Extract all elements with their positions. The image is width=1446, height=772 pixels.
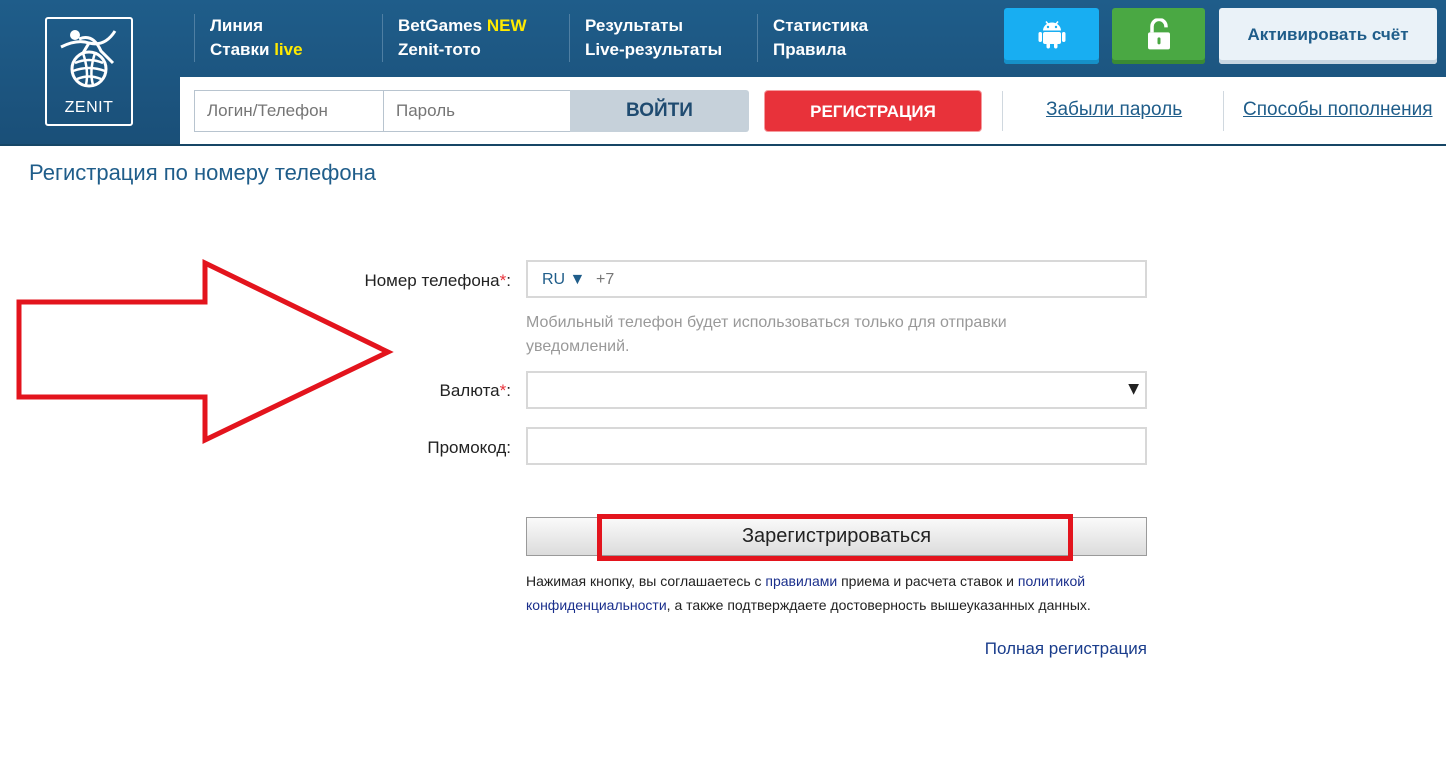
privacy-policy-link-cont[interactable]: конфиденциальности	[526, 597, 667, 613]
terms-text-part: Нажимая кнопку, вы соглашаетесь с	[526, 573, 766, 589]
new-badge: NEW	[486, 16, 527, 35]
site-header: ZENIT Линия Ставки live BetGames NEW Zen…	[0, 0, 1446, 145]
terms-text-part: , а также подтверждаете достоверность вы…	[666, 597, 1091, 613]
nav-link-betgames[interactable]: BetGames NEW	[398, 14, 527, 38]
logo-emblem-icon	[60, 30, 117, 88]
android-app-button[interactable]	[1004, 8, 1099, 64]
currency-label: Валюта*:	[440, 381, 512, 401]
nav-group-results: Результаты Live-результаты	[569, 14, 722, 62]
currency-select[interactable]: ▼	[526, 371, 1147, 409]
terms-text: Нажимая кнопку, вы соглашаетесь с правил…	[526, 569, 1166, 617]
zenit-logo[interactable]: ZENIT	[45, 17, 133, 126]
nav-group-betgames: BetGames NEW Zenit-тото	[382, 14, 527, 62]
android-icon	[1038, 21, 1065, 49]
deposit-methods-link[interactable]: Способы пополнения	[1243, 99, 1433, 121]
rules-link[interactable]: правилами	[765, 573, 837, 589]
dial-prefix: +7	[596, 271, 615, 288]
login-phone-input[interactable]	[194, 90, 384, 132]
label-colon: :	[506, 381, 511, 400]
unlock-icon	[1147, 18, 1170, 50]
login-button[interactable]: ВОЙТИ	[570, 90, 749, 132]
submit-registration-button[interactable]: Зарегистрироваться	[526, 517, 1147, 556]
register-button[interactable]: РЕГИСТРАЦИЯ	[764, 90, 982, 132]
divider	[1223, 91, 1224, 131]
login-bar: ВОЙТИ РЕГИСТРАЦИЯ Забыли пароль Способы …	[180, 77, 1446, 144]
unlock-button[interactable]	[1112, 8, 1205, 64]
divider	[1002, 91, 1003, 131]
currency-label-text: Валюта	[439, 381, 500, 400]
nav-link-live-bets[interactable]: Ставки live	[210, 38, 303, 62]
phone-hint: Мобильный телефон будет использоваться т…	[526, 314, 1007, 355]
phone-label: Номер телефона*:	[364, 271, 511, 291]
live-highlight: live	[274, 40, 303, 59]
phone-label-text: Номер телефона	[364, 271, 500, 290]
label-colon: :	[506, 271, 511, 290]
privacy-policy-link[interactable]: политикой	[1018, 573, 1085, 589]
nav-group-statistics: Статистика Правила	[757, 14, 868, 62]
nav-link-live-bets-text: Ставки	[210, 40, 275, 59]
promo-label: Промокод:	[427, 438, 511, 457]
nav-link-rules[interactable]: Правила	[773, 38, 868, 62]
logo-text: ZENIT	[64, 99, 114, 116]
header-divider	[0, 144, 1446, 146]
nav-link-results[interactable]: Результаты	[585, 14, 722, 38]
nav-link-statistics[interactable]: Статистика	[773, 14, 868, 38]
password-input[interactable]	[383, 90, 571, 132]
nav-link-line[interactable]: Линия	[210, 14, 303, 38]
promo-input[interactable]	[528, 429, 1145, 463]
terms-text-part: приема и расчета ставок и	[837, 573, 1018, 589]
page-title: Регистрация по номеру телефона	[29, 160, 376, 185]
promo-field	[526, 427, 1147, 465]
chevron-down-icon: ▼	[1128, 381, 1139, 397]
forgot-password-link[interactable]: Забыли пароль	[1046, 99, 1182, 121]
phone-field[interactable]: RU ▼ +7	[526, 260, 1147, 298]
nav-group-line: Линия Ставки live	[194, 14, 303, 62]
nav-link-live-results[interactable]: Live-результаты	[585, 38, 722, 62]
nav-link-zenit-toto[interactable]: Zenit-тото	[398, 38, 527, 62]
activate-account-button[interactable]: Активировать счёт	[1219, 8, 1437, 64]
full-registration-link[interactable]: Полная регистрация	[985, 639, 1147, 659]
country-code-select[interactable]: RU ▼	[542, 271, 585, 289]
nav-link-betgames-text: BetGames	[398, 16, 487, 35]
